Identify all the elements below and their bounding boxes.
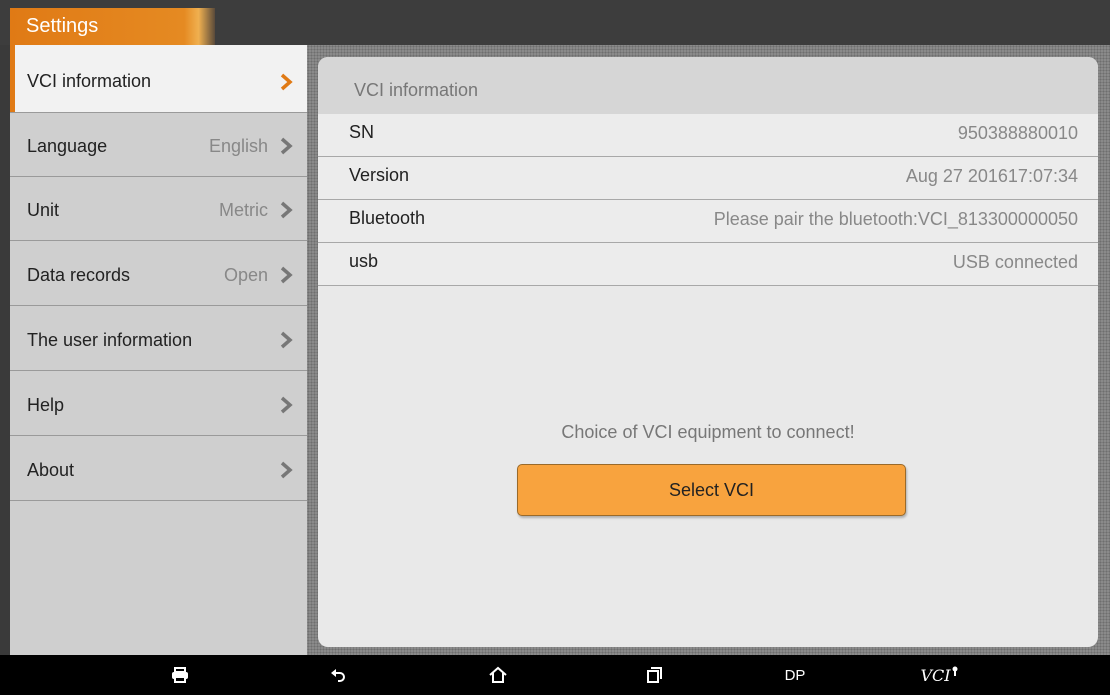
- settings-sidebar: VCI information Language English Unit Me…: [10, 45, 307, 655]
- panel-header: VCI information: [318, 57, 1098, 115]
- connect-prompt: Choice of VCI equipment to connect!: [561, 422, 855, 442]
- chevron-right-icon: [280, 331, 293, 349]
- home-icon: [489, 666, 507, 683]
- info-label: SN: [349, 122, 375, 142]
- sidebar-item-help[interactable]: Help: [10, 372, 307, 436]
- info-value: 950388880010: [957, 123, 1078, 143]
- info-label: Bluetooth: [349, 208, 426, 228]
- sidebar-item-label: Data records: [27, 265, 131, 285]
- page-title: Settings: [10, 8, 215, 45]
- sidebar-item-label: About: [27, 460, 75, 480]
- sidebar-item-user-information[interactable]: The user information: [10, 307, 307, 371]
- vci-info-panel: VCI information SN 950388880010 Version …: [318, 57, 1098, 647]
- back-icon: [331, 669, 345, 682]
- sidebar-item-unit[interactable]: Unit Metric: [10, 177, 307, 241]
- chevron-right-icon: [280, 266, 293, 284]
- vci-status-button[interactable]: VCI: [914, 655, 964, 695]
- chevron-right-icon: [280, 461, 293, 479]
- system-nav-bar: DP VCI: [0, 655, 1110, 695]
- home-button[interactable]: [476, 655, 520, 695]
- chevron-right-icon: [280, 137, 293, 155]
- sidebar-item-language[interactable]: Language English: [10, 113, 307, 177]
- dp-label: DP: [784, 666, 806, 684]
- sidebar-item-value: Metric: [219, 200, 268, 220]
- sidebar-item-vci-information[interactable]: VCI information: [10, 45, 307, 113]
- vci-label: VCI: [920, 665, 951, 685]
- chevron-right-icon: [280, 73, 293, 91]
- sidebar-item-label: Unit: [27, 200, 60, 220]
- back-button[interactable]: [318, 655, 358, 695]
- sidebar-item-data-records[interactable]: Data records Open: [10, 242, 307, 306]
- vci-signal-icon: [952, 666, 958, 676]
- recent-apps-icon: [647, 667, 662, 683]
- info-label: Version: [349, 165, 410, 185]
- print-icon: [172, 667, 188, 683]
- info-value: Please pair the bluetooth:VCI_8133000000…: [713, 209, 1078, 229]
- select-vci-button[interactable]: Select VCI: [517, 464, 906, 516]
- dp-button[interactable]: DP: [775, 655, 815, 695]
- sidebar-item-label: VCI information: [27, 71, 152, 91]
- print-button[interactable]: [160, 655, 200, 695]
- info-row-version: Version Aug 27 201617:07:34: [318, 157, 1098, 200]
- recent-apps-button[interactable]: [634, 655, 674, 695]
- info-value: USB connected: [952, 252, 1078, 272]
- title-bar: Settings: [0, 0, 1110, 45]
- sidebar-item-about[interactable]: About: [10, 437, 307, 501]
- info-label: usb: [349, 251, 379, 271]
- chevron-right-icon: [280, 396, 293, 414]
- sidebar-item-label: Language: [27, 136, 108, 156]
- info-row-sn: SN 950388880010: [318, 114, 1098, 157]
- info-row-bluetooth: Bluetooth Please pair the bluetooth:VCI_…: [318, 200, 1098, 243]
- sidebar-item-value: English: [208, 136, 268, 156]
- sidebar-item-label: The user information: [27, 330, 193, 350]
- chevron-right-icon: [280, 201, 293, 219]
- info-value: Aug 27 201617:07:34: [905, 166, 1078, 186]
- sidebar-item-value: Open: [223, 265, 268, 285]
- info-row-usb: usb USB connected: [318, 243, 1098, 286]
- sidebar-item-label: Help: [27, 395, 65, 415]
